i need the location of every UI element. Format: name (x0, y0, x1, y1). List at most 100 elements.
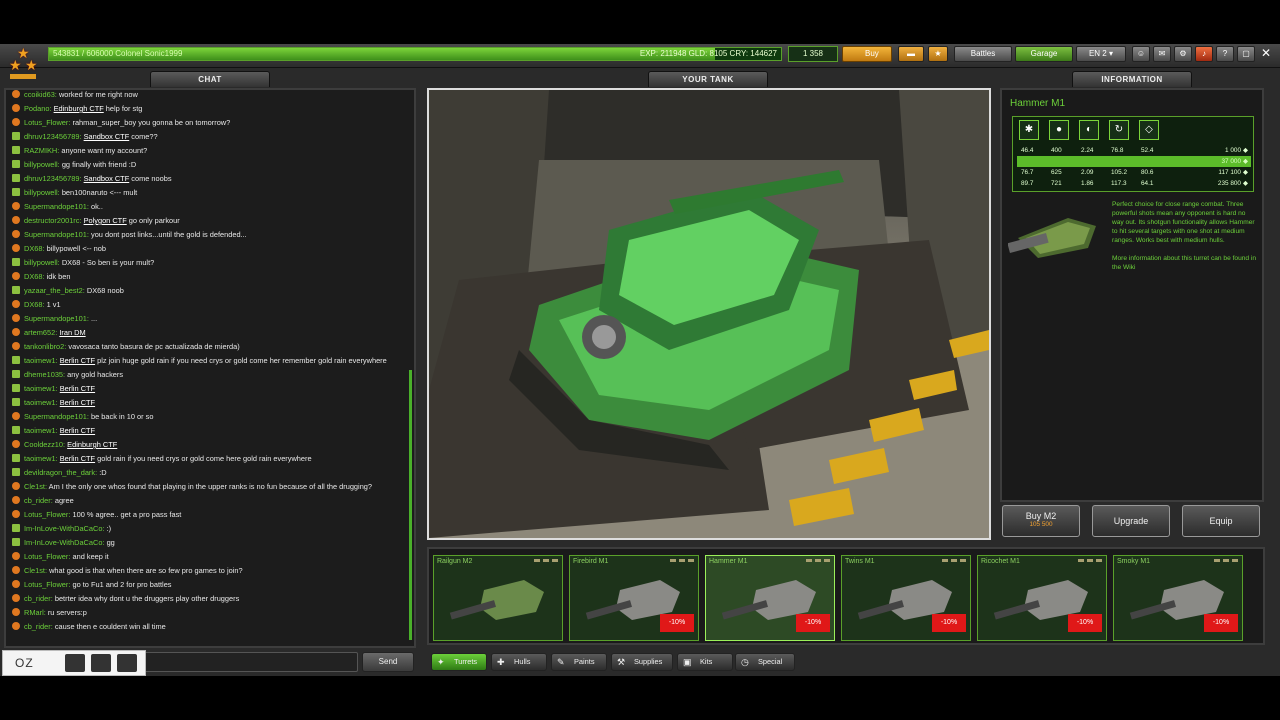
battle-link[interactable]: Berlin CTF (60, 384, 95, 393)
battle-link[interactable]: Sandbox CTF (84, 132, 130, 141)
star-icon[interactable]: ★ (928, 46, 948, 62)
chat-nickname[interactable]: billypowell: (24, 258, 60, 267)
chat-nickname[interactable]: RAZMIKH: (24, 146, 59, 155)
tab-supplies[interactable]: ⚒ Supplies (611, 653, 673, 671)
chat-text: ... (91, 314, 98, 323)
battle-link[interactable]: Berlin CTF (60, 426, 95, 435)
tank-preview[interactable] (427, 88, 991, 540)
chat-nickname[interactable]: Supermandope101: (24, 314, 89, 323)
tab-special[interactable]: ◷ Special (735, 653, 795, 671)
tab-hulls[interactable]: ✚ Hulls (491, 653, 547, 671)
stat-value: 80.6 (1141, 169, 1154, 176)
garage-item[interactable]: Firebird M1 -10% (569, 555, 699, 641)
chat-text: Am I the only one whos found that playin… (48, 482, 373, 491)
chat-nickname[interactable]: destructor2001rc: (24, 216, 82, 225)
wiki-link-text[interactable]: More information about this turret can b… (1112, 254, 1258, 272)
chat-nickname[interactable]: Lotus_Flower: (24, 510, 70, 519)
tab-turrets[interactable]: ✦ Turrets (431, 653, 487, 671)
range-icon: ◇ (1139, 120, 1159, 140)
garage-item[interactable]: Smoky M1 -10% (1113, 555, 1243, 641)
chat-nickname[interactable]: Podano: (24, 104, 52, 113)
upgrade-level-row[interactable]: 46.4 400 2.24 76.8 52.4 1 000 ◆ (1017, 145, 1251, 156)
chat-nickname[interactable]: ccoikid63: (24, 90, 57, 99)
battle-link[interactable]: Edinburgh CTF (54, 104, 104, 113)
send-button[interactable]: Send (362, 652, 414, 672)
garage-item[interactable]: Railgun M2 (433, 555, 563, 641)
battle-link[interactable]: Berlin CTF (60, 454, 95, 463)
chat-nickname[interactable]: DX68: (24, 272, 45, 281)
chat-nickname[interactable]: devildragon_the_dark: (24, 468, 97, 477)
chat-nickname[interactable]: yazaar_the_best2: (24, 286, 85, 295)
recorder-tool-icon[interactable] (65, 654, 85, 672)
chat-nickname[interactable]: billypowell: (24, 160, 60, 169)
chat-nickname[interactable]: Im-InLove-WithDaCaCo: (24, 524, 105, 533)
rank-icon (12, 216, 20, 224)
battle-link[interactable]: Iran DM (59, 328, 85, 337)
upgrade-level-row[interactable]: 89.7 721 1.86 117.3 64.1 235 800 ◆ (1017, 178, 1251, 189)
sound-icon[interactable]: ♪ (1195, 46, 1213, 62)
chat-nickname[interactable]: cb_rider: (24, 496, 53, 505)
chat-nickname[interactable]: artem652: (24, 328, 57, 337)
chat-nickname[interactable]: dhruv123456789: (24, 132, 82, 141)
chat-nickname[interactable]: Supermandope101: (24, 230, 89, 239)
rank-icon (12, 314, 20, 322)
referral-icon[interactable]: ✉ (1153, 46, 1171, 62)
chat-nickname[interactable]: Lotus_Flower: (24, 118, 70, 127)
tab-paints[interactable]: ✎ Paints (551, 653, 607, 671)
shop-icon[interactable]: ▬ (898, 46, 924, 62)
chat-nickname[interactable]: dhruv123456789: (24, 174, 82, 183)
chat-message: taoimew1: Berlin CTF gold rain if you ne… (12, 452, 312, 466)
chat-scrollbar[interactable] (409, 370, 412, 640)
chat-nickname[interactable]: RMarl: (24, 608, 46, 617)
chat-nickname[interactable]: tankonlibro2: (24, 342, 66, 351)
chat-nickname[interactable]: Im-InLove-WithDaCaCo: (24, 538, 105, 547)
language-select[interactable]: EN 2 ▾ (1076, 46, 1126, 62)
garage-item[interactable]: Ricochet M1 -10% (977, 555, 1107, 641)
chat-nickname[interactable]: taoimew1: (24, 426, 58, 435)
language-label: EN 2 (1088, 49, 1107, 58)
help-icon[interactable]: ? (1216, 46, 1234, 62)
chat-nickname[interactable]: taoimew1: (24, 356, 58, 365)
chat-nickname[interactable]: DX68: (24, 244, 45, 253)
chat-nickname[interactable]: Cle1st: (24, 566, 47, 575)
recorder-tool-icon[interactable] (91, 654, 111, 672)
tab-kits[interactable]: ▣ Kits (677, 653, 733, 671)
buy-upgrade-button[interactable]: Buy M2 105 500 (1002, 505, 1080, 537)
chat-nickname[interactable]: taoimew1: (24, 398, 58, 407)
upgrade-level-row[interactable]: 76.7 625 2.09 105.2 80.6 117 100 ◆ (1017, 167, 1251, 178)
chat-nickname[interactable]: dheme1035: (24, 370, 65, 379)
recorder-tool-icon[interactable] (117, 654, 137, 672)
chat-nickname[interactable]: Cle1st: (24, 482, 47, 491)
chat-nickname[interactable]: Cooldezz10: (24, 440, 65, 449)
garage-item[interactable]: Hammer M1 -10% (705, 555, 835, 641)
chat-nickname[interactable]: taoimew1: (24, 384, 58, 393)
chat-nickname[interactable]: billypowell: (24, 188, 60, 197)
battles-button[interactable]: Battles (954, 46, 1012, 62)
chat-message: billypowell: ben100naruto <--- mult (12, 186, 137, 200)
chat-panel[interactable]: ccoikid63: worked for me right now Podano… (4, 88, 416, 648)
chat-nickname[interactable]: cb_rider: (24, 622, 53, 631)
chat-nickname[interactable]: taoimew1: (24, 454, 58, 463)
friends-icon[interactable]: ☺ (1132, 46, 1150, 62)
chat-message: devildragon_the_dark: :D (12, 466, 107, 480)
garage-button[interactable]: Garage (1015, 46, 1073, 62)
battle-link[interactable]: Sandbox CTF (84, 174, 130, 183)
chat-nickname[interactable]: cb_rider: (24, 594, 53, 603)
battle-link[interactable]: Edinburgh CTF (67, 440, 117, 449)
fullscreen-icon[interactable]: ▢ (1237, 46, 1255, 62)
chat-nickname[interactable]: DX68: (24, 300, 45, 309)
close-icon[interactable]: ✕ (1258, 46, 1274, 62)
battle-link[interactable]: Berlin CTF (60, 398, 95, 407)
chat-nickname[interactable]: Supermandope101: (24, 412, 89, 421)
chat-nickname[interactable]: Supermandope101: (24, 202, 89, 211)
upgrade-button[interactable]: Upgrade (1092, 505, 1170, 537)
garage-item[interactable]: Twins M1 -10% (841, 555, 971, 641)
chat-nickname[interactable]: Lotus_Flower: (24, 552, 70, 561)
battle-link[interactable]: Polygon CTF (84, 216, 127, 225)
chat-nickname[interactable]: Lotus_Flower: (24, 580, 70, 589)
battle-link[interactable]: Berlin CTF (60, 356, 95, 365)
settings-icon[interactable]: ⚙ (1174, 46, 1192, 62)
equip-button[interactable]: Equip (1182, 505, 1260, 537)
buy-crystals-button[interactable]: Buy (842, 46, 892, 62)
upgrade-level-row[interactable]: 37 000 ◆ (1017, 156, 1251, 167)
